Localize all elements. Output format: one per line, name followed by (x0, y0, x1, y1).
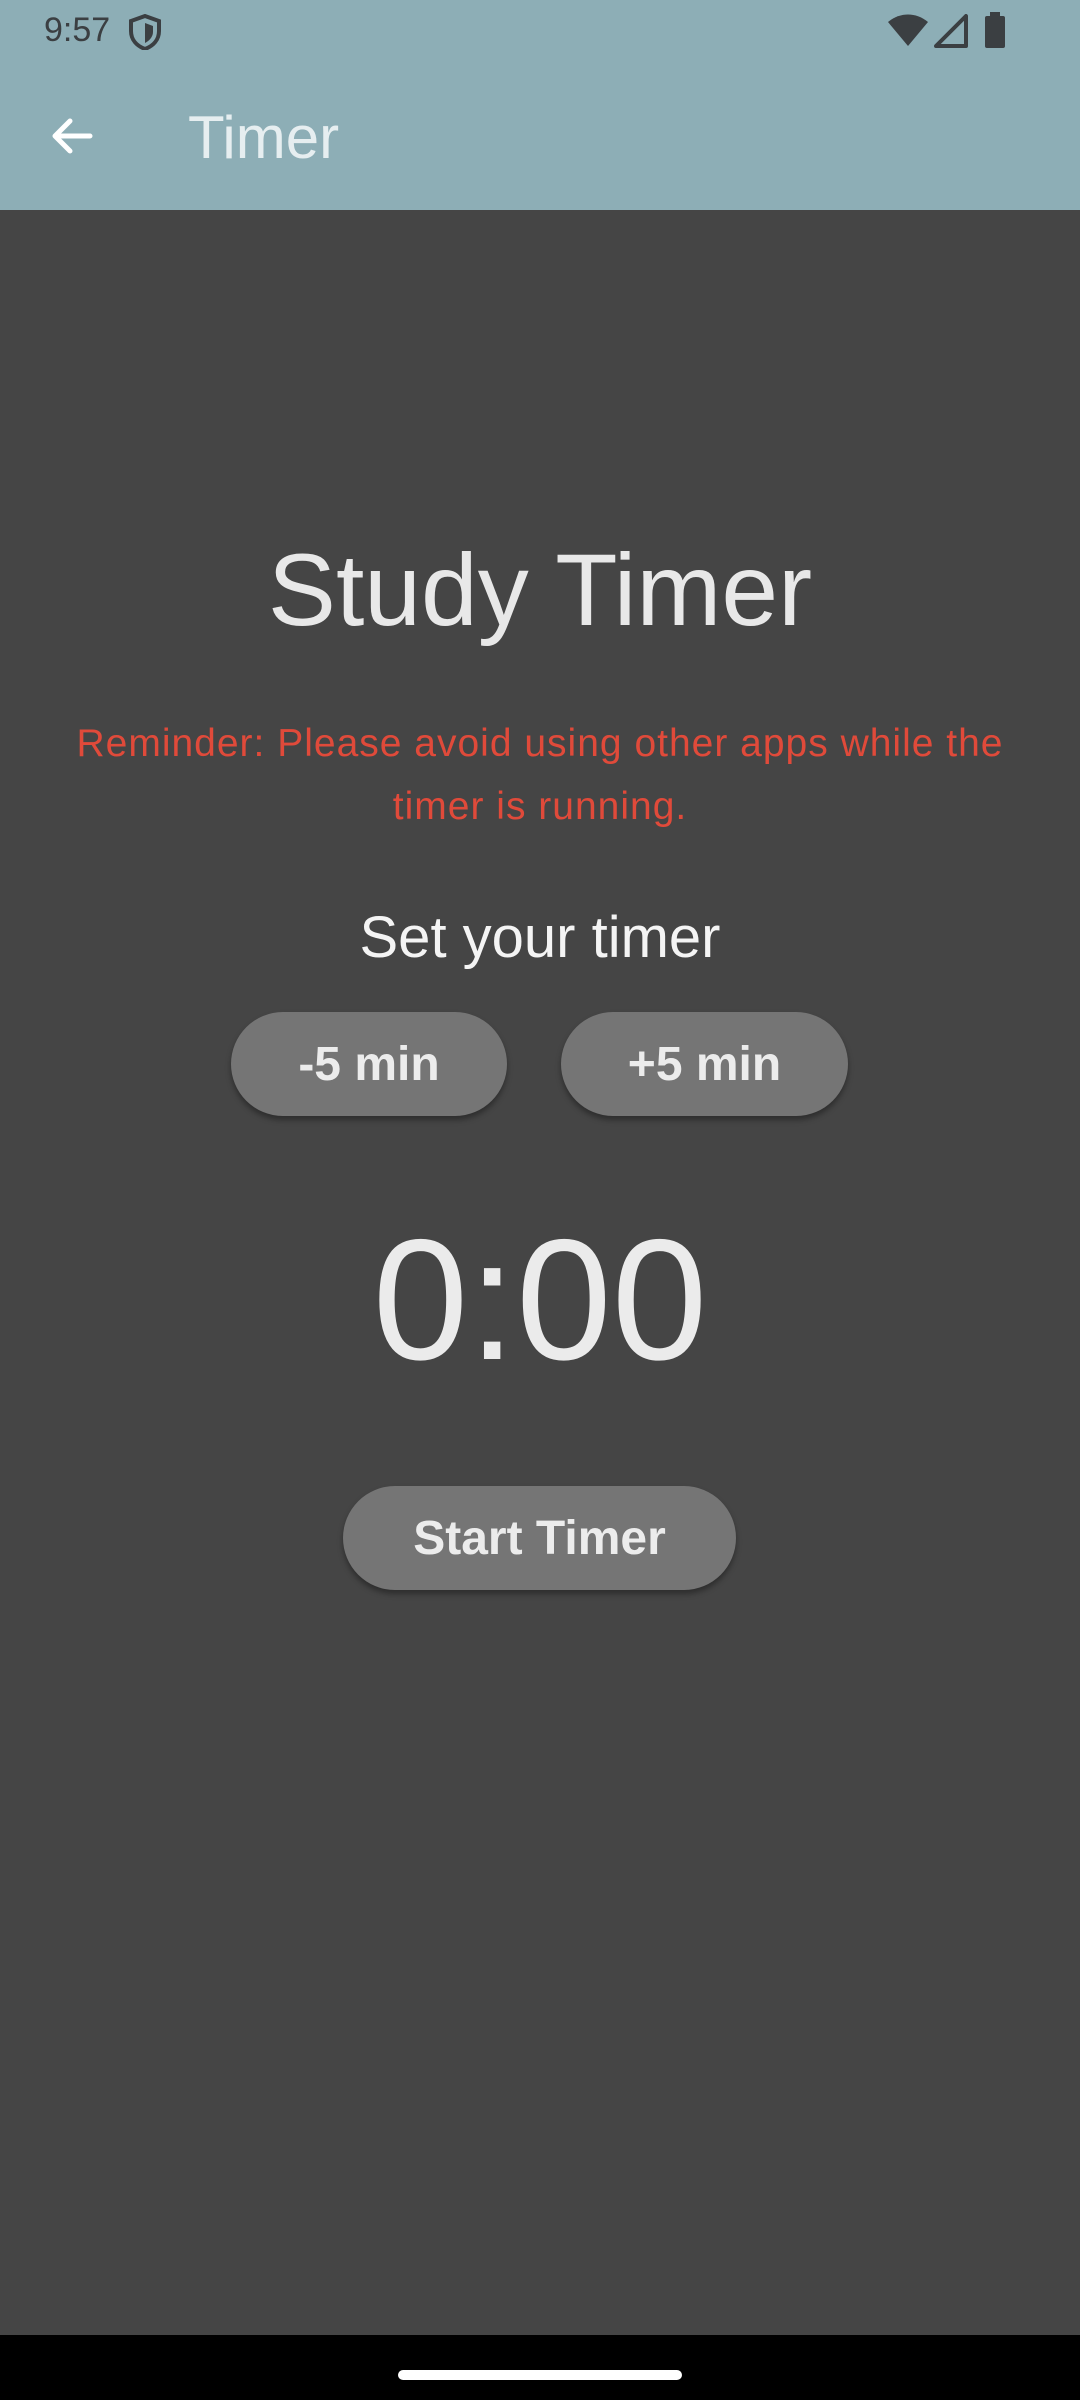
wifi-icon (886, 14, 930, 48)
status-time: 9:57 (44, 11, 111, 49)
minus-5-min-button[interactable]: -5 min (231, 1012, 507, 1116)
home-indicator[interactable] (398, 2370, 682, 2380)
back-button[interactable] (32, 98, 112, 178)
shield-icon (128, 13, 162, 52)
app-bar: Timer (0, 62, 1080, 210)
status-bar: 9:57 (0, 0, 1080, 62)
plus-5-min-button[interactable]: +5 min (561, 1012, 848, 1116)
timer-display: 0:00 (372, 1204, 708, 1396)
navigation-bar (0, 2335, 1080, 2400)
arrow-left-icon (48, 112, 96, 165)
page-title: Study Timer (267, 533, 813, 647)
reminder-text: Reminder: Please avoid using other apps … (76, 722, 1004, 828)
app-title: Timer (188, 104, 340, 171)
start-timer-button[interactable]: Start Timer (343, 1486, 736, 1590)
set-timer-label: Set your timer (359, 905, 721, 970)
battery-icon (984, 12, 1006, 48)
signal-icon (934, 14, 968, 48)
